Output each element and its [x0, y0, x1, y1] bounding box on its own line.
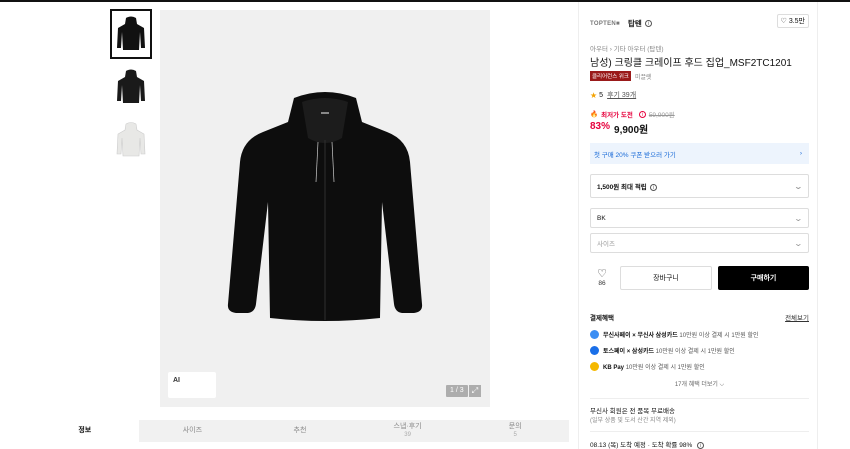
thumbnail-3[interactable]	[111, 116, 151, 164]
toss-pay-icon	[590, 346, 599, 355]
hoodie-image	[227, 92, 423, 321]
chevron-down-icon: ⌄	[793, 213, 804, 223]
view-all-link[interactable]: 전체보기	[785, 312, 809, 322]
coupon-text: 첫 구매 20% 쿠폰 받으러 가기	[594, 151, 676, 159]
size-placeholder: 사이즈	[597, 241, 615, 248]
musinsa-pay-icon	[590, 330, 599, 339]
image-pager: 1 / 3	[446, 385, 468, 397]
product-title: 남성) 크링클 크레이프 후드 집업_MSF2TC1201	[590, 58, 792, 69]
product-info-panel: TOPTEN■ 탑텐 i ♡ 3.5만 아우터 › 기타 아우터 (탑텐) 남성…	[578, 2, 818, 449]
color-select[interactable]: BK ⌄	[590, 208, 809, 228]
add-to-cart-button[interactable]: 장바구니	[620, 266, 712, 290]
ai-fitting-badge[interactable]: AI	[168, 372, 216, 398]
thumbnail-1[interactable]	[110, 9, 152, 59]
main-product-image[interactable]: AI 1 / 3 ⤢	[160, 10, 490, 407]
tab-size[interactable]: 사이즈	[139, 420, 247, 442]
chevron-down-icon: ⌄	[793, 181, 804, 191]
info-icon[interactable]: i	[638, 110, 646, 118]
points-text: 1,500원 최대 적립	[597, 184, 647, 191]
badge-row: 클리어런스 위크 미끌렛	[590, 71, 809, 81]
rating-value: 5	[599, 91, 604, 99]
brand-like-button[interactable]: ♡ 3.5만	[776, 14, 809, 28]
sale-price: 9,900원	[614, 125, 649, 136]
brand-row: TOPTEN■ 탑텐 i ♡ 3.5만	[590, 14, 809, 29]
coupon-banner[interactable]: 첫 구매 20% 쿠폰 받으러 가기 ›	[590, 143, 809, 164]
benefits-title: 결제혜택	[590, 315, 614, 322]
info-icon[interactable]: i	[649, 184, 657, 191]
info-icon[interactable]: i	[697, 442, 705, 449]
flame-icon: 🔥	[590, 111, 599, 118]
benefit-item[interactable]: 토스페이 × 삼성카드 10만원 이상 결제 시 1만원 할인	[590, 346, 809, 355]
divider	[590, 431, 809, 432]
original-price: 59,900원	[648, 112, 675, 119]
chevron-right-icon: ›	[799, 150, 802, 157]
lowest-price-row: 🔥 최저가 도전 i 59,900원	[590, 109, 809, 119]
brand-logo[interactable]: TOPTEN■	[590, 21, 620, 27]
arrival-estimate: 08.13 (목) 도착 예정 · 도착 확률 98% i	[590, 439, 809, 449]
color-value: BK	[597, 214, 606, 222]
benefit-item[interactable]: 무신사페이 × 무신사 삼성카드 10만원 이상 결제 시 1만원 할인	[590, 330, 809, 339]
discount-rate: 83%	[590, 121, 611, 132]
product-tabs: 정보 사이즈 추천 스냅·후기 39 문의 5	[31, 420, 569, 442]
info-icon[interactable]: i	[644, 20, 652, 27]
review-count-link[interactable]: 후기 39개	[607, 90, 636, 100]
badge-note: 미끌렛	[634, 74, 652, 81]
points-dropdown[interactable]: 1,500원 최대 적립 i ⌄	[590, 174, 809, 198]
heart-icon: ♡	[780, 18, 787, 25]
tab-inquiry[interactable]: 문의 5	[461, 420, 569, 442]
tab-info[interactable]: 정보	[31, 420, 139, 442]
price-row: 83% 9,900원	[590, 121, 809, 136]
size-select[interactable]: 사이즈 ⌄	[590, 233, 809, 253]
ai-label: AI	[173, 376, 180, 384]
shipping-info: 무신사 회원은 전 품목 무료배송	[590, 408, 675, 415]
tab-reviews[interactable]: 스냅·후기 39	[354, 420, 462, 442]
divider	[590, 398, 809, 399]
brand-name[interactable]: 탑텐	[628, 18, 642, 29]
purchase-actions: ♡ 86 장바구니 구매하기	[590, 265, 809, 291]
thumbnail-list	[110, 9, 152, 169]
wishlist-count: 86	[598, 280, 606, 287]
payment-benefits-header: 결제혜택 전체보기	[590, 312, 809, 322]
expand-icon[interactable]: ⤢	[469, 385, 481, 397]
wishlist-button[interactable]: ♡ 86	[590, 268, 614, 288]
buy-now-button[interactable]: 구매하기	[718, 266, 809, 290]
benefit-item[interactable]: KB Pay 10만원 이상 결제 시 1만원 할인	[590, 362, 809, 371]
lowest-price-label: 최저가 도전	[601, 112, 633, 119]
heart-icon: ♡	[597, 268, 607, 280]
tab-recommend[interactable]: 추천	[246, 420, 354, 442]
star-icon: ★	[590, 90, 598, 100]
breadcrumb[interactable]: 아우터 › 기타 아우터 (탑텐)	[590, 43, 809, 53]
clearance-badge: 클리어런스 위크	[590, 71, 631, 81]
more-benefits-link[interactable]: 17개 혜택 더보기 ⌵	[590, 379, 809, 389]
kb-pay-icon	[590, 362, 599, 371]
brand-like-count: 3.5만	[788, 18, 805, 25]
shipping-note: (일부 상품 및 도서 산간 지역 제외)	[590, 418, 676, 424]
chevron-down-icon: ⌄	[793, 238, 804, 248]
thumbnail-2[interactable]	[111, 63, 151, 111]
rating-row: ★ 5 후기 39개	[590, 90, 809, 100]
